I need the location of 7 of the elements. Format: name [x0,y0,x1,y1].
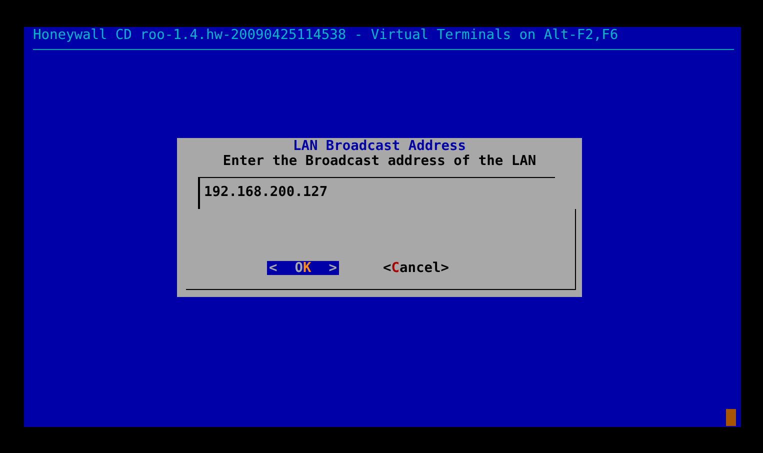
cursor-block [726,409,736,426]
dialog-button[interactable]: <Cancel> [383,261,449,275]
dialog-title: LAN Broadcast Address [292,139,466,153]
dialog-prompt: Enter the Broadcast address of the LAN [222,153,536,169]
header-title: Honeywall CD roo-1.4.hw-20090425114538 - Virtual Terminals on Alt-F2,F6 [33,27,618,43]
input-field[interactable]: 192.168.200.127 [198,177,555,209]
dialog-button[interactable]: < OK > [267,261,339,275]
